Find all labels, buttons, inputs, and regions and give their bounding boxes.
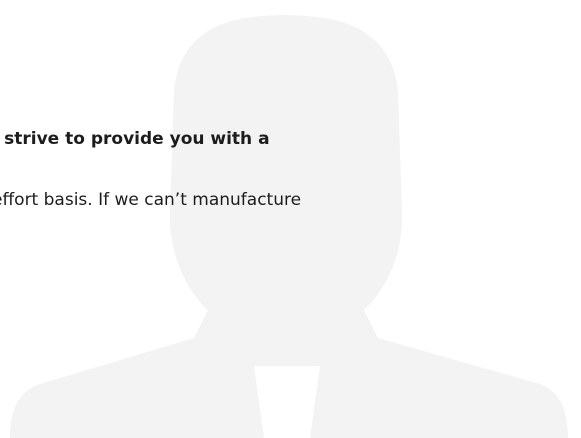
person-silhouette-icon [10, 15, 568, 438]
text-line-1-bold: strive to provide you with a [4, 129, 270, 149]
silhouette-neck [238, 300, 334, 360]
text-line-1: l strive to provide you with a [0, 127, 270, 151]
silhouette-head [169, 15, 403, 338]
collar-shape [254, 366, 320, 438]
text-line-2: effort basis. If we can’t manufacture [0, 190, 302, 210]
